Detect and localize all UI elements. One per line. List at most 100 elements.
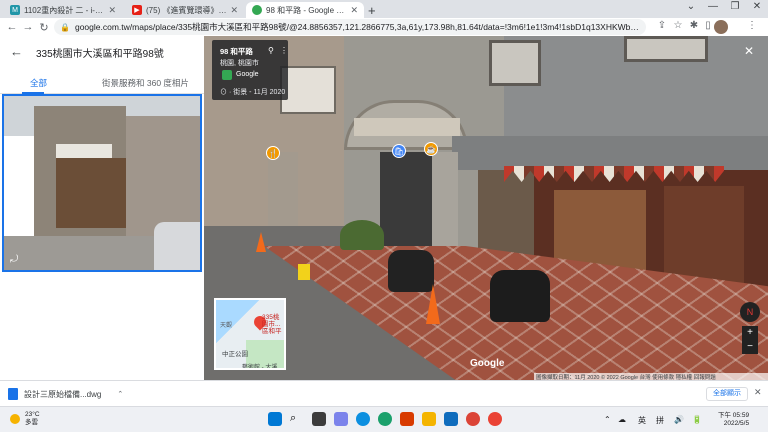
plant-pot [340,220,384,250]
avatar[interactable] [714,20,728,34]
volume-icon[interactable]: 🔊 [674,415,684,424]
shopping-pin-icon[interactable]: 🛍 [392,144,406,158]
folder-icon[interactable] [422,412,436,426]
zoom-controls: + − [742,326,758,354]
close-street-view-button[interactable]: ✕ [744,44,754,58]
back-icon[interactable]: ← [4,21,20,33]
map-label: 藝術館 - 大溪 [242,365,278,370]
cafe-pin-icon[interactable]: ☕ [424,142,438,156]
onedrive-icon[interactable]: ☁ [618,415,626,424]
capture-date[interactable]: ⊙ · 街景 - 11月 2020 [220,87,285,97]
minimize-button[interactable]: — [702,1,724,12]
tab-search-icon[interactable]: ⌄ [680,1,702,12]
zoom-out-button[interactable]: − [742,340,758,354]
scooter [490,270,550,322]
ime-mode-indicator[interactable]: 拼 [656,415,664,426]
image-source: Google [236,71,259,78]
show-all-button[interactable]: 全部顯示 [706,387,748,401]
tray-expand-icon[interactable]: ⌃ [604,415,611,424]
panorama-icon: ⤾ [10,254,19,265]
location-info-card: 98 和平路 ⚲ ⋮ 桃園, 桃園市 Google ⊙ · 街景 - 11月 2… [212,40,288,100]
chrome-icon[interactable] [466,412,480,426]
office-icon[interactable] [400,412,414,426]
address-bar[interactable]: 🔒 google.com.tw/maps/place/335桃園市大溪區和平路9… [54,19,646,35]
street-view-thumbnail[interactable]: ⤾ [2,94,202,272]
youtube-icon: ▶ [132,5,142,15]
balcony [280,66,336,114]
task-view-icon[interactable] [312,412,326,426]
teams-icon[interactable] [334,412,348,426]
close-window-button[interactable]: ✕ [746,1,768,12]
input-language-indicator[interactable]: 英 [638,415,646,426]
clock-time: 下午 05:59 [718,412,750,419]
shop-signboard [354,118,460,136]
location-title: 98 和平路 [220,47,253,56]
menu-icon[interactable]: ⋮ [744,20,760,31]
app-icon[interactable] [488,412,502,426]
close-download-bar-icon[interactable]: ✕ [754,387,762,398]
window [624,36,708,62]
windows-icon[interactable] [268,412,282,426]
tab-street-view-360[interactable]: 街景服務和 360 度相片 [102,77,189,89]
edge-alt-icon[interactable] [378,412,392,426]
weather-icon [10,414,20,424]
mini-map[interactable]: 335桃園市... 區和平 天觀 中正公園 藝術館 - 大溪 [214,298,286,370]
system-clock[interactable]: 下午 05:59 2022/5/5 [718,412,749,428]
weather-text: 23°C 多雲 [25,411,40,426]
close-tab-icon[interactable]: ✕ [108,5,116,16]
tab-ilearning[interactable]: M 1102重內殺計 二 - i-learning平... ✕ [4,2,122,18]
google-watermark: Google [470,358,505,369]
map-label: 中正公園 [222,351,248,358]
zoom-in-button[interactable]: + [742,326,758,340]
tab-all[interactable]: 全部 [30,77,47,89]
street-view-image[interactable]: 🍴 🛍 ☕ [204,36,768,380]
map-pin-label: 335桃園市... 區和平 [262,314,282,335]
tab-label: 98 和平路 - Google 地圖 [266,5,347,15]
tab-label: (75) 《進賓覽環導》EP15 一券... [146,5,226,15]
maximize-button[interactable]: ❐ [724,1,746,12]
url-text[interactable]: google.com.tw/maps/place/335桃園市大溪區和平路98號… [75,21,640,33]
photo-tabs: 全部 街景服務和 360 度相片 [0,72,204,94]
compass-icon[interactable]: N [740,302,760,322]
back-arrow-icon[interactable]: ← [10,44,23,59]
thumb-shopfront [56,158,126,228]
share-icon[interactable]: ⇪ [654,20,670,31]
maps-icon [252,5,262,15]
m-icon: M [10,5,20,15]
clock-date: 2022/5/5 [723,420,750,427]
tab-label: 1102重內殺計 二 - i-learning平... [24,5,104,15]
forward-icon[interactable]: → [20,21,36,33]
download-item[interactable]: 設計三原始檔備...dwg ⌃ [8,388,123,400]
location-subtitle: 桃園, 桃園市 [220,60,259,67]
mail-icon[interactable] [444,412,458,426]
tab-strip: M 1102重內殺計 二 - i-learning平... ✕ ▶ (75) 《… [0,0,768,18]
ledge [452,136,768,170]
location-pin-icon[interactable]: ⚲ [268,46,274,55]
desktop: M 1102重內殺計 二 - i-learning平... ✕ ▶ (75) 《… [0,0,768,432]
weather-widget[interactable]: 23°C 多雲 [10,411,40,427]
close-tab-icon[interactable]: ✕ [350,5,358,16]
battery-icon[interactable]: 🔋 [692,415,702,424]
star-icon[interactable]: ☆ [670,20,686,31]
file-icon [8,388,18,400]
tab-youtube[interactable]: ▶ (75) 《進賓覽環導》EP15 一券... ✕ [126,2,244,18]
scooter [388,250,434,292]
edge-icon[interactable] [356,412,370,426]
panel-title: 335桃園市大溪區和平路98號 [36,49,164,60]
chevron-up-icon[interactable]: ⌃ [117,390,123,398]
google-contributor-icon [222,70,232,80]
yellow-bucket [298,264,310,280]
window [489,40,541,86]
taskbar: 23°C 多雲 ⌕ ⌃ ☁ 英 拼 🔊 🔋 下午 05:59 2022/5/5 [0,406,768,432]
thumb-car [154,222,200,270]
reload-icon[interactable]: ↻ [36,21,52,34]
tab-maps[interactable]: 98 和平路 - Google 地圖 ✕ [246,2,364,18]
more-options-icon[interactable]: ⋮ [280,46,288,55]
download-filename: 設計三原始檔備...dwg [24,389,102,399]
map-label: 天觀 [220,323,233,329]
new-tab-button[interactable]: + [368,3,376,18]
close-tab-icon[interactable]: ✕ [230,5,238,16]
restaurant-pin-icon[interactable]: 🍴 [266,146,280,160]
lock-icon[interactable]: 🔒 [60,23,70,32]
search-icon[interactable]: ⌕ [290,412,304,426]
